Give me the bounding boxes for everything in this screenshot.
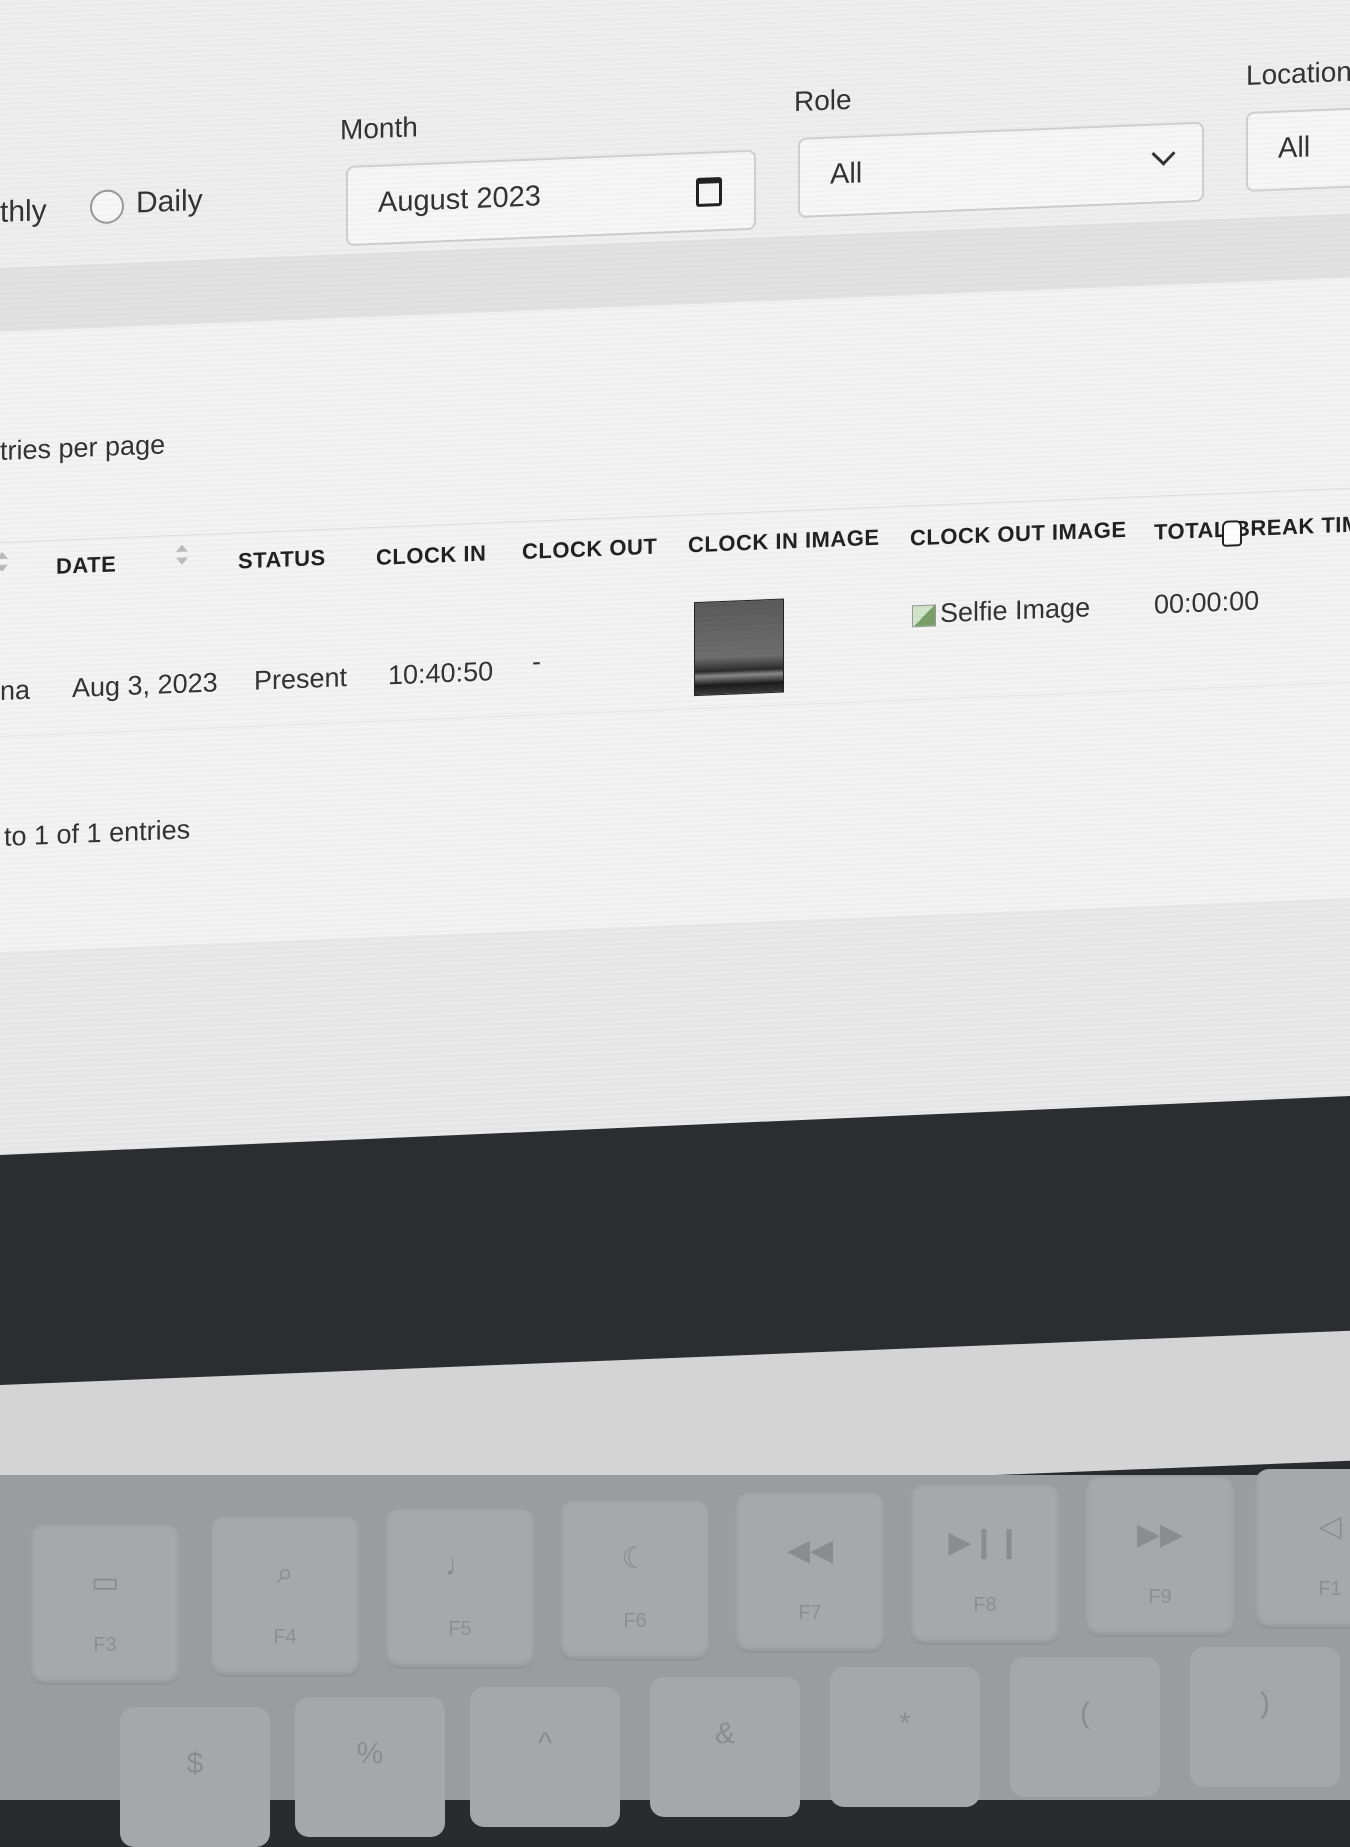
key-6[interactable]: ^ <box>470 1687 620 1827</box>
key-8[interactable]: * <box>830 1667 980 1807</box>
clock-in-cell: 10:40:50 <box>388 656 493 691</box>
microphone-icon: ♩ <box>385 1549 535 1583</box>
mission-control-icon: ▭ <box>30 1565 180 1600</box>
location-value: All <box>1278 131 1310 165</box>
date-cell: Aug 3, 2023 <box>72 667 218 704</box>
laptop-screen: thly Daily Month August 2023 Role All Lo… <box>0 0 1350 1250</box>
key-9[interactable]: ( <box>1010 1657 1160 1797</box>
employee-name-cell: na <box>0 675 30 707</box>
role-value: All <box>830 157 862 191</box>
clock-in-selfie-thumbnail[interactable] <box>694 599 784 697</box>
key-f7[interactable]: ◀◀F7 <box>735 1493 885 1653</box>
column-header-status[interactable]: STATUS <box>238 545 326 575</box>
mute-icon: ◁ <box>1255 1509 1350 1544</box>
calendar-icon[interactable] <box>696 177 722 207</box>
month-value: August 2023 <box>378 180 541 220</box>
key-f8[interactable]: ▶❙❙F8 <box>910 1485 1060 1645</box>
key-4[interactable]: $ <box>120 1707 270 1847</box>
key-f9[interactable]: ▶▶F9 <box>1085 1477 1235 1637</box>
key-f10[interactable]: ◁F1 <box>1255 1469 1350 1629</box>
keyboard: ▭F3 ⌕F4 ♩F5 ☾F6 ◀◀F7 ▶❙❙F8 ▶▶F9 ◁F1 $ % … <box>0 1475 1350 1800</box>
status-cell: Present <box>254 662 347 697</box>
month-label: Month <box>340 111 418 146</box>
key-5[interactable]: % <box>295 1697 445 1837</box>
broken-image-icon <box>912 604 936 627</box>
hand-cursor-icon <box>1222 520 1242 547</box>
chevron-down-icon[interactable] <box>1151 142 1175 166</box>
month-picker[interactable]: August 2023 <box>346 150 756 246</box>
radio-daily-label[interactable]: Daily <box>136 184 203 221</box>
clock-out-image-alt-text: Selfie Image <box>940 592 1090 629</box>
fast-forward-icon: ▶▶ <box>1085 1517 1235 1552</box>
location-select[interactable]: All <box>1246 106 1350 192</box>
table-card <box>0 278 1350 952</box>
entries-per-page-label: tries per page <box>0 429 165 467</box>
play-pause-icon: ▶❙❙ <box>910 1525 1060 1560</box>
column-header-clock-in[interactable]: CLOCK IN <box>376 540 486 570</box>
key-f6[interactable]: ☾F6 <box>560 1501 710 1661</box>
radio-monthly-label[interactable]: thly <box>0 194 47 230</box>
role-label: Role <box>794 84 852 118</box>
key-f5[interactable]: ♩F5 <box>385 1509 535 1669</box>
search-icon: ⌕ <box>210 1557 360 1591</box>
key-7[interactable]: & <box>650 1677 800 1817</box>
location-label: Location <box>1246 56 1350 92</box>
moon-icon: ☾ <box>560 1541 710 1576</box>
key-f3[interactable]: ▭F3 <box>30 1525 180 1685</box>
role-select[interactable]: All <box>798 122 1204 218</box>
rewind-icon: ◀◀ <box>735 1533 885 1568</box>
clock-out-cell: - <box>532 646 541 677</box>
column-header-clock-out[interactable]: CLOCK OUT <box>522 534 657 565</box>
key-0[interactable]: ) <box>1190 1647 1340 1787</box>
column-header-date[interactable]: DATE <box>56 551 116 579</box>
total-break-time-cell: 00:00:00 <box>1154 585 1259 620</box>
key-f4[interactable]: ⌕F4 <box>210 1517 360 1677</box>
